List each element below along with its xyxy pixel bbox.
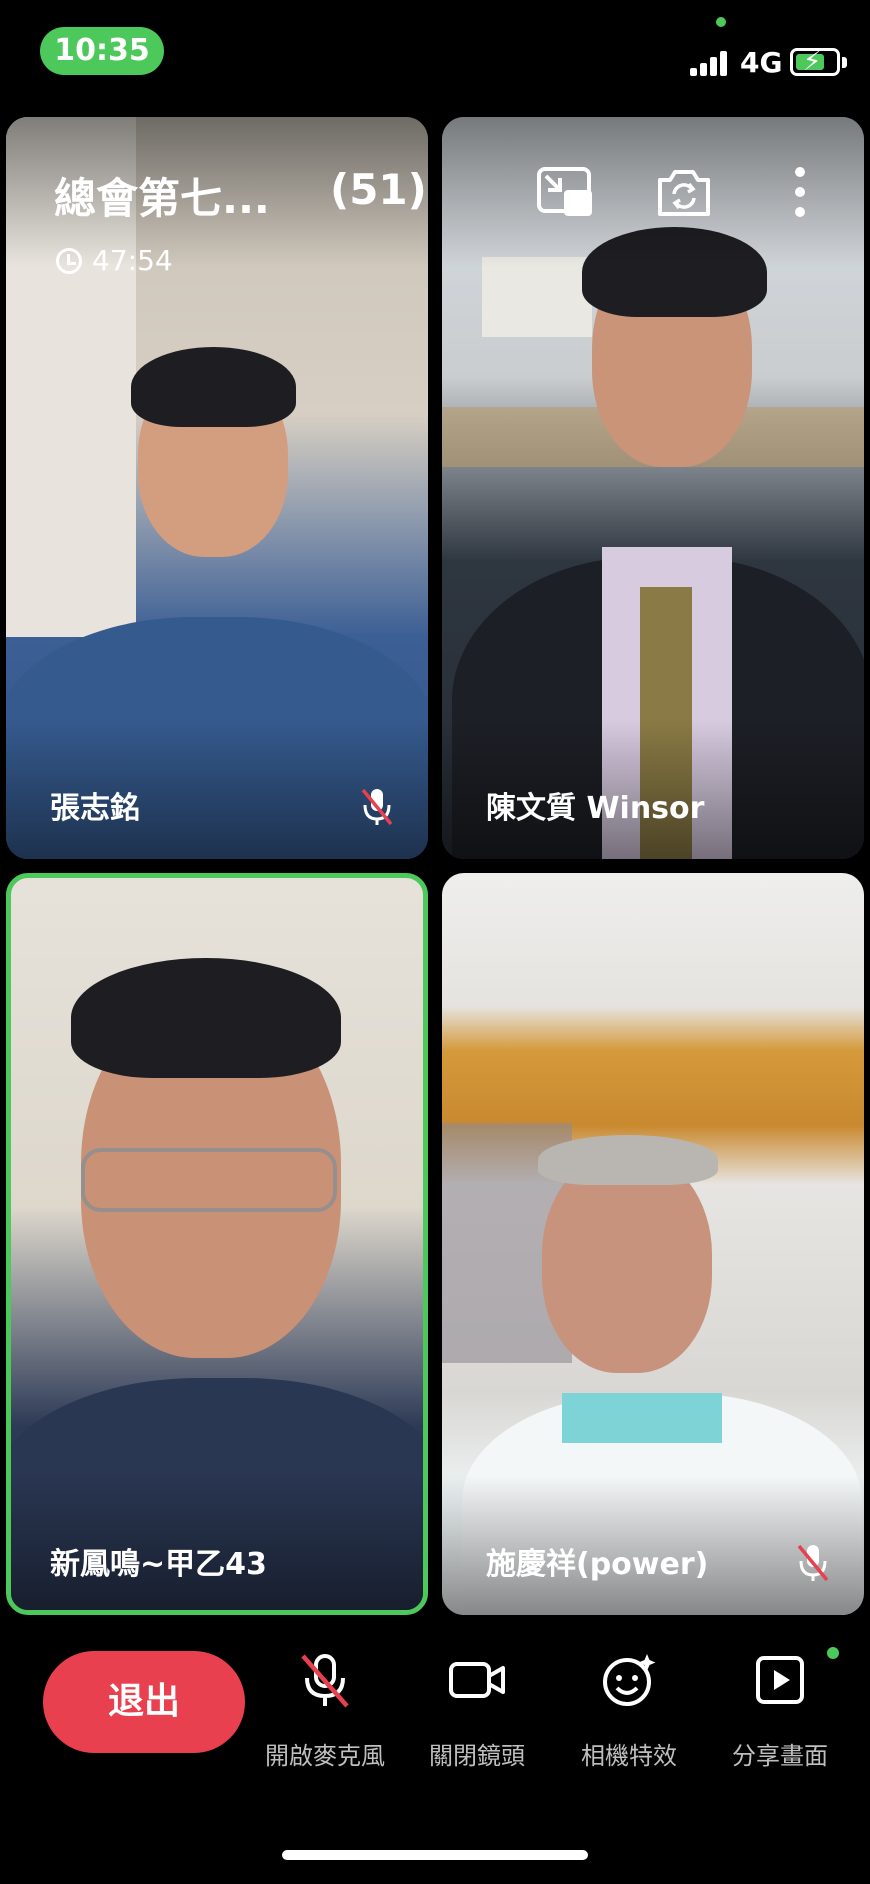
- clock-pill[interactable]: 10:35: [40, 27, 164, 75]
- unmute-microphone-label: 開啟麥克風: [265, 1742, 385, 1770]
- privacy-indicator-dot: [716, 17, 726, 27]
- share-screen-button[interactable]: 分享畫面: [710, 1650, 850, 1771]
- camera-effects-button[interactable]: 相機特效: [559, 1650, 699, 1771]
- mic-off-icon: [301, 1654, 349, 1708]
- participant-name: 新鳳鳴~甲乙43: [50, 1547, 267, 1582]
- background-aircon: [482, 257, 592, 337]
- turn-off-camera-button[interactable]: 關閉鏡頭: [407, 1650, 547, 1771]
- participant-name: 張志銘: [50, 791, 140, 826]
- camera-effects-label: 相機特效: [581, 1742, 677, 1770]
- pip-icon[interactable]: [536, 166, 592, 218]
- video-tile-participant-3-active-speaker[interactable]: 新鳳鳴~甲乙43: [6, 873, 428, 1615]
- network-type: 4G: [740, 46, 783, 79]
- participant-name: 陳文質 Winsor: [486, 791, 705, 826]
- face-effects-icon: [603, 1654, 656, 1706]
- battery-tip: [842, 57, 847, 68]
- participant-name: 施慶祥(power): [486, 1547, 709, 1582]
- turn-off-camera-label: 關閉鏡頭: [429, 1742, 525, 1770]
- exit-button[interactable]: 退出: [43, 1651, 245, 1753]
- meeting-title[interactable]: 總會第七...: [54, 165, 270, 226]
- unmute-microphone-button[interactable]: 開啟麥克風: [255, 1650, 395, 1771]
- video-tile-participant-4[interactable]: 施慶祥(power): [442, 873, 864, 1615]
- battery-icon: ⚡: [790, 47, 840, 77]
- meeting-elapsed-time: 47:54: [92, 244, 173, 277]
- status-bar: 10:35 4G ⚡: [0, 0, 870, 110]
- video-camera-icon: [449, 1662, 505, 1698]
- share-screen-label: 分享畫面: [732, 1742, 828, 1770]
- switch-camera-icon[interactable]: [656, 166, 712, 218]
- mic-muted-icon: [361, 788, 393, 826]
- video-tile-participant-2[interactable]: 陳文質 Winsor: [442, 117, 864, 859]
- more-icon[interactable]: [786, 166, 814, 218]
- mic-muted-icon: [797, 1544, 829, 1582]
- video-tile-participant-1[interactable]: 張志銘: [6, 117, 428, 859]
- participant-count[interactable]: (51): [330, 165, 427, 214]
- cellular-signal-icon: [690, 48, 730, 76]
- home-indicator[interactable]: [282, 1850, 588, 1860]
- clock-icon: [56, 248, 82, 274]
- share-screen-icon: [756, 1656, 804, 1704]
- share-status-dot: [827, 1647, 839, 1659]
